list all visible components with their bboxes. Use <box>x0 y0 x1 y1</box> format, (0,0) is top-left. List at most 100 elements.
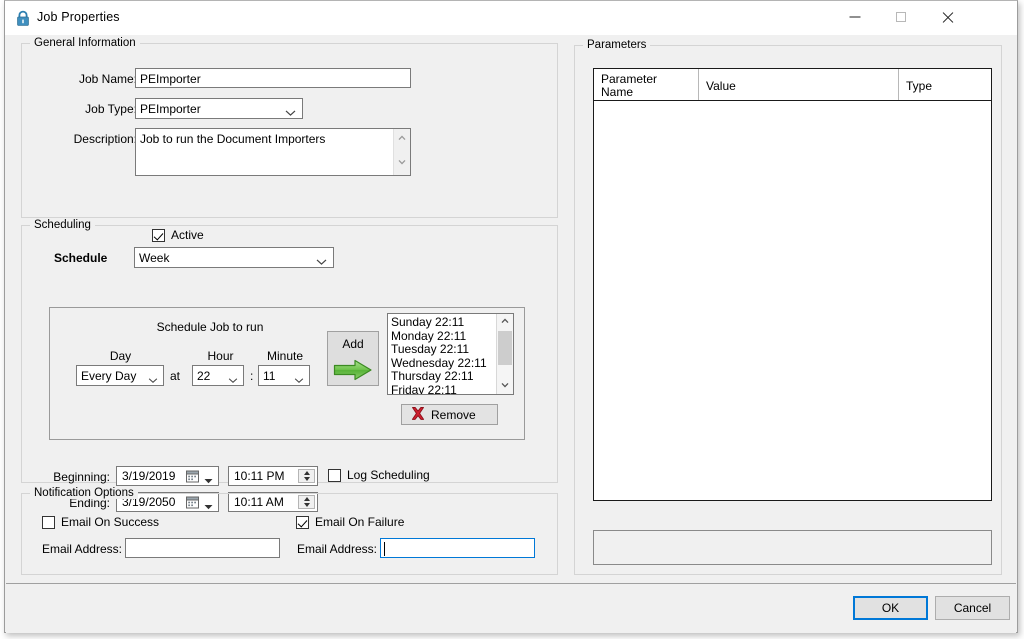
green-arrow-right-icon <box>333 359 373 384</box>
chevron-down-icon <box>148 372 159 383</box>
column-header-value[interactable]: Value <box>699 69 899 100</box>
minute-label: Minute <box>266 349 304 363</box>
chevron-down-icon[interactable] <box>501 382 509 390</box>
notification-options-legend: Notification Options <box>30 487 138 499</box>
column-header-parameter-name[interactable]: Parameter Name <box>594 69 699 100</box>
job-type-label: Job Type: <box>85 102 137 116</box>
schedule-entries-listbox[interactable]: Sunday 22:11 Monday 22:11 Tuesday 22:11 … <box>387 313 514 395</box>
email-on-success-label: Email On Success <box>61 515 160 529</box>
minimize-button[interactable] <box>832 1 878 33</box>
minimize-icon <box>849 16 861 18</box>
day-combobox[interactable]: Every Day <box>76 365 164 386</box>
column-header-value-text: Value <box>706 79 736 93</box>
minute-value: 11 <box>263 368 276 383</box>
scheduling-group: Scheduling Schedule Week Schedule Job to… <box>21 219 558 512</box>
parameters-status-box <box>593 530 992 565</box>
lock-icon <box>15 10 31 27</box>
parameters-group: Parameters Parameter Name Value Type <box>574 39 1002 575</box>
red-x-icon <box>410 406 426 424</box>
dialog-footer: OK Cancel <box>6 583 1016 633</box>
column-header-type[interactable]: Type <box>899 69 991 100</box>
dialog-client-area: General Information Job Name: PEImporter… <box>6 35 1016 583</box>
job-name-label: Job Name: <box>78 72 137 86</box>
schedule-job-to-run-label: Schedule Job to run <box>156 320 264 334</box>
parameters-grid-header: Parameter Name Value Type <box>594 69 991 101</box>
schedule-value: Week <box>139 250 170 265</box>
hour-label: Hour <box>207 349 234 363</box>
log-scheduling-label: Log Scheduling <box>347 468 430 482</box>
listbox-scroll-thumb[interactable] <box>498 331 512 365</box>
at-label: at <box>170 369 181 383</box>
description-value: Job to run the Document Importers <box>140 132 326 146</box>
job-name-value: PEImporter <box>140 72 201 86</box>
job-properties-window: Job Properties General Information Job N… <box>4 0 1018 633</box>
ok-button[interactable]: OK <box>853 596 928 620</box>
chevron-down-icon[interactable] <box>398 159 406 167</box>
success-email-address-input[interactable] <box>125 538 280 558</box>
close-icon <box>941 11 953 23</box>
chevron-down-icon <box>294 372 305 383</box>
parameters-legend: Parameters <box>583 39 651 51</box>
list-item[interactable]: Sunday 22:11 <box>391 315 495 330</box>
maximize-icon <box>896 12 906 22</box>
chevron-down-icon <box>228 372 239 383</box>
day-value: Every Day <box>81 368 137 383</box>
job-type-value: PEImporter <box>140 101 201 116</box>
beginning-date-picker[interactable]: 3/19/2019 <box>116 466 219 486</box>
list-item[interactable]: Friday 22:11 <box>391 383 495 394</box>
chevron-down-icon <box>285 105 296 116</box>
beginning-time-spin-buttons[interactable] <box>298 469 315 483</box>
list-item[interactable]: Tuesday 22:11 <box>391 343 495 357</box>
close-button[interactable] <box>924 1 970 33</box>
text-cursor <box>384 542 385 556</box>
spinner-down-button[interactable] <box>299 476 314 482</box>
hour-combobox[interactable]: 22 <box>192 365 244 386</box>
beginning-label: Beginning: <box>53 470 110 484</box>
add-label: Add <box>342 337 364 351</box>
schedule-combobox[interactable]: Week <box>134 247 334 268</box>
job-type-combobox[interactable]: PEImporter <box>135 98 303 119</box>
chevron-up-icon[interactable] <box>398 135 406 143</box>
hour-value: 22 <box>197 368 211 383</box>
maximize-button[interactable] <box>878 1 924 33</box>
chevron-down-icon[interactable] <box>204 473 213 484</box>
triangle-up-icon <box>303 471 310 475</box>
triangle-down-icon <box>303 477 310 481</box>
beginning-time-value: 10:11 PM <box>234 469 285 483</box>
time-colon-separator: : <box>250 369 254 383</box>
beginning-date-value: 3/19/2019 <box>122 469 176 483</box>
email-on-success-checkbox-box <box>42 516 55 529</box>
minute-combobox[interactable]: 11 <box>258 365 310 386</box>
chevron-up-icon[interactable] <box>501 318 509 326</box>
cancel-button[interactable]: Cancel <box>935 596 1010 620</box>
job-name-input[interactable]: PEImporter <box>135 68 411 88</box>
log-scheduling-checkbox-box <box>328 469 341 482</box>
calendar-icon <box>186 470 199 483</box>
list-item[interactable]: Monday 22:11 <box>391 329 495 344</box>
beginning-time-spinner[interactable]: 10:11 PM <box>228 466 318 486</box>
description-textarea[interactable]: Job to run the Document Importers <box>135 128 411 176</box>
list-item[interactable]: Wednesday 22:11 <box>391 356 495 371</box>
notification-options-group: Notification Options Email On Success Em… <box>21 487 558 575</box>
failure-email-address-label: Email Address: <box>296 542 377 556</box>
listbox-scrollbar[interactable] <box>496 314 513 394</box>
day-label: Day <box>109 349 132 363</box>
schedule-entry-panel: Schedule Job to run Day Hour Minute Ever… <box>49 307 525 440</box>
list-item[interactable]: Thursday 22:11 <box>391 370 495 384</box>
general-information-legend: General Information <box>30 37 140 49</box>
email-on-failure-checkbox-box <box>296 516 309 529</box>
description-scrollbar[interactable] <box>393 129 410 175</box>
schedule-entries-list: Sunday 22:11 Monday 22:11 Tuesday 22:11 … <box>391 315 495 394</box>
email-on-failure-label: Email On Failure <box>315 515 405 529</box>
general-information-group: General Information Job Name: PEImporter… <box>21 37 558 242</box>
parameters-grid[interactable]: Parameter Name Value Type <box>593 68 992 501</box>
title-bar: Job Properties <box>5 1 1017 35</box>
failure-email-address-input[interactable] <box>380 538 535 558</box>
add-button[interactable]: Add <box>327 331 379 386</box>
schedule-label: Schedule <box>54 251 108 265</box>
column-header-type-text: Type <box>906 79 933 93</box>
remove-button[interactable]: Remove <box>401 404 498 425</box>
window-title: Job Properties <box>37 10 120 24</box>
scheduling-legend: Scheduling <box>30 219 95 231</box>
chevron-down-icon <box>316 254 327 265</box>
